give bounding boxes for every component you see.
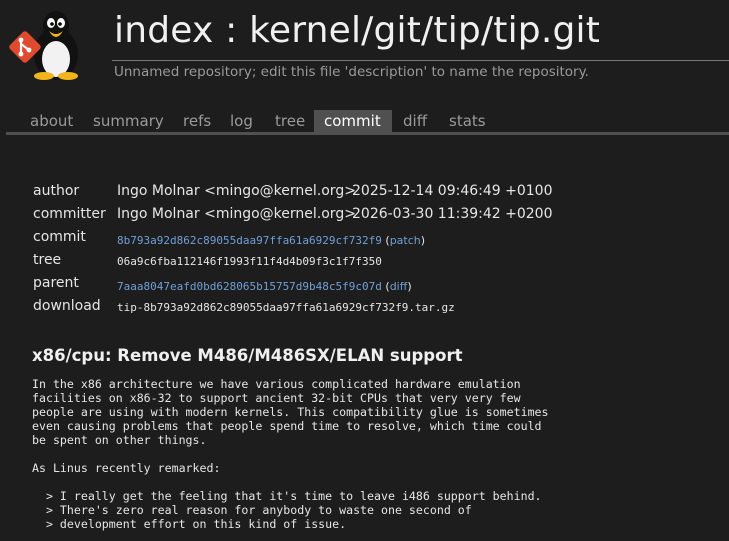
author-date: 2025-12-14 09:46:49 +0100 xyxy=(352,183,553,199)
tab-about[interactable]: about xyxy=(20,110,83,132)
tab-summary[interactable]: summary xyxy=(83,110,174,132)
message-line: > development effort on this kind of iss… xyxy=(32,517,347,531)
diff-link[interactable]: diff xyxy=(390,280,408,293)
commit-subject: x86/cpu: Remove M486/M486SX/ELAN support xyxy=(32,346,463,365)
git-logo-icon xyxy=(9,31,41,63)
message-line: even causing problems that people spend … xyxy=(32,419,542,433)
title-divider xyxy=(112,60,729,61)
tab-refs[interactable]: refs xyxy=(173,110,221,132)
committer-name: Ingo Molnar <mingo@kernel.org> xyxy=(117,206,356,222)
header: index : kernel/git/tip/tip.git Unnamed r… xyxy=(0,0,729,90)
tree-hash-link[interactable]: 06a9c6fba112146f1993f11f4d4b09f3c1f7f350 xyxy=(117,255,382,268)
message-line: > I really get the feeling that it's tim… xyxy=(32,489,542,503)
download-link[interactable]: tip-8b793a92d862c89055daa97ffa61a6929cf7… xyxy=(117,301,455,314)
parent-label: parent xyxy=(33,275,79,291)
cgit-logo[interactable] xyxy=(8,6,88,81)
tabs-divider xyxy=(6,132,729,135)
tab-tree[interactable]: tree xyxy=(265,110,315,132)
parent-hash-link[interactable]: 7aaa8047eafd0bd628065b15757d9b48c5f9c07d xyxy=(117,280,382,293)
repo-description: Unnamed repository; edit this file 'desc… xyxy=(114,64,589,80)
message-line: In the x86 architecture we have various … xyxy=(32,377,521,391)
committer-date: 2026-03-30 11:39:42 +0200 xyxy=(352,206,553,222)
committer-label: committer xyxy=(33,206,106,222)
download-label: download xyxy=(33,298,101,314)
message-line: facilities on x86-32 to support ancient … xyxy=(32,391,521,405)
tab-log[interactable]: log xyxy=(220,110,263,132)
author-label: author xyxy=(33,183,80,199)
author-name: Ingo Molnar <mingo@kernel.org> xyxy=(117,183,356,199)
tab-stats[interactable]: stats xyxy=(439,110,496,132)
commit-hash-link[interactable]: 8b793a92d862c89055daa97ffa61a6929cf732f9 xyxy=(117,234,382,247)
tab-commit[interactable]: commit xyxy=(314,110,392,132)
message-line: be spent on other things. xyxy=(32,433,207,447)
message-line: As Linus recently remarked: xyxy=(32,461,221,475)
tree-label: tree xyxy=(33,252,62,268)
message-line: > There's zero real reason for anybody t… xyxy=(32,503,472,517)
tab-diff[interactable]: diff xyxy=(393,110,437,132)
patch-link[interactable]: patch xyxy=(390,234,421,247)
message-line: people are using with modern kernels. Th… xyxy=(32,405,549,419)
page-title[interactable]: index : kernel/git/tip/tip.git xyxy=(114,10,600,51)
commit-label: commit xyxy=(33,229,86,245)
commit-message: In the x86 architecture we have various … xyxy=(32,377,549,531)
